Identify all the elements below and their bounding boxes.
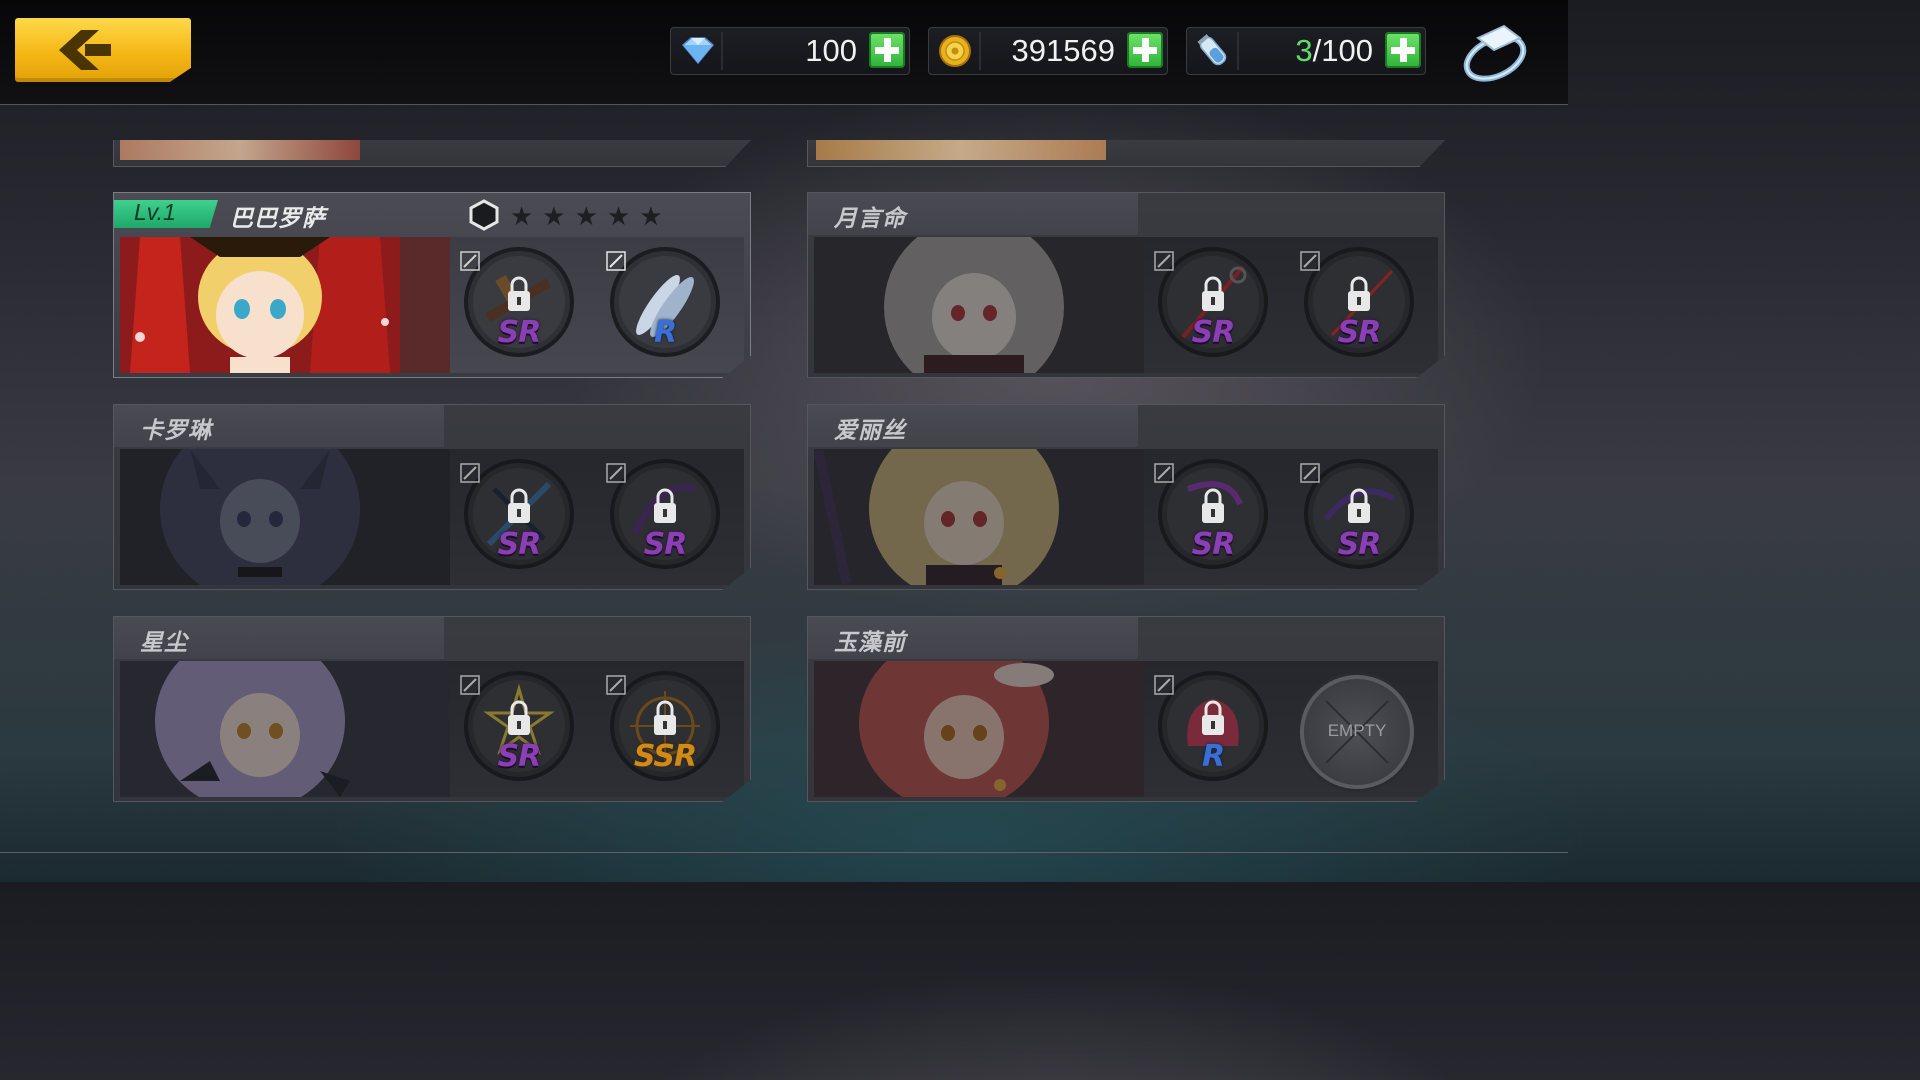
- rarity-label: SR: [1191, 315, 1236, 350]
- diamond-counter: 100: [670, 27, 910, 75]
- edit-icon[interactable]: [1300, 463, 1320, 483]
- character-portrait: [120, 661, 450, 797]
- character-name: 星尘: [140, 630, 188, 656]
- stamina-counter: 3/100: [1186, 27, 1426, 75]
- back-arrow-icon: [59, 30, 111, 70]
- level-badge: Lv.1: [114, 200, 218, 228]
- back-button[interactable]: [15, 18, 191, 82]
- character-portrait: [814, 449, 1144, 585]
- weapon-slot[interactable]: R: [606, 247, 720, 357]
- edit-icon[interactable]: [1154, 251, 1174, 271]
- character-card-caroline[interactable]: 卡罗琳 SR SR: [113, 404, 751, 590]
- add-gold-button[interactable]: [1127, 32, 1163, 68]
- weapon-slot[interactable]: SR: [1154, 459, 1268, 569]
- character-name: 玉藻前: [834, 630, 906, 656]
- character-name: 巴巴罗萨: [230, 206, 326, 232]
- edit-icon[interactable]: [460, 675, 480, 695]
- partial-card: [113, 140, 751, 167]
- weapon-slot[interactable]: SR: [460, 247, 574, 357]
- character-portrait: [814, 661, 1144, 797]
- edit-icon[interactable]: [606, 251, 626, 271]
- edit-icon[interactable]: [1154, 463, 1174, 483]
- weapon-slot[interactable]: SR: [1300, 459, 1414, 569]
- character-portrait: [120, 237, 450, 373]
- weapon-slot[interactable]: R: [1154, 671, 1268, 781]
- character-portrait: [120, 449, 450, 585]
- character-name: 月言命: [834, 206, 906, 232]
- weapon-slot[interactable]: SR: [460, 459, 574, 569]
- character-name: 爱丽丝: [834, 418, 906, 444]
- rarity-label: SSR: [633, 739, 697, 774]
- rarity-label: R: [653, 315, 677, 350]
- edit-icon[interactable]: [460, 463, 480, 483]
- empty-slot[interactable]: EMPTY: [1300, 675, 1414, 789]
- edit-icon[interactable]: [460, 251, 480, 271]
- character-card-tsukuyomi[interactable]: 月言命 SR SR: [807, 192, 1445, 378]
- empty-label: EMPTY: [1327, 721, 1387, 740]
- gold-coin-icon: [939, 35, 971, 67]
- rarity-label: SR: [1337, 527, 1382, 562]
- weapon-slot[interactable]: SR: [460, 671, 574, 781]
- weapon-slot[interactable]: SR: [606, 459, 720, 569]
- rarity-label: SR: [643, 527, 688, 562]
- ring-icon[interactable]: [1458, 22, 1532, 86]
- weapon-slot[interactable]: SSR: [606, 671, 720, 781]
- edit-icon[interactable]: [1154, 675, 1174, 695]
- character-card-alice[interactable]: 爱丽丝 SR SR: [807, 404, 1445, 590]
- rarity-label: R: [1201, 739, 1225, 774]
- weapon-slot[interactable]: SR: [1154, 247, 1268, 357]
- rarity-label: SR: [497, 315, 542, 350]
- edit-icon[interactable]: [606, 463, 626, 483]
- top-bar: 100 391569 3/100: [0, 0, 1568, 105]
- weapon-slot[interactable]: SR: [1300, 247, 1414, 357]
- character-card-tamamo[interactable]: 玉藻前 R EMPTY: [807, 616, 1445, 802]
- partial-card: [807, 140, 1445, 167]
- bottom-divider: [0, 852, 1568, 853]
- character-name: 卡罗琳: [140, 418, 212, 444]
- star-rating: ★★★★★: [510, 202, 672, 232]
- rarity-label: SR: [1191, 527, 1236, 562]
- character-portrait: [814, 237, 1144, 373]
- stamina-value: 3/100: [1295, 33, 1373, 68]
- rarity-label: SR: [497, 739, 542, 774]
- diamond-value: 100: [805, 33, 857, 68]
- gold-counter: 391569: [928, 27, 1168, 75]
- character-card-stardust[interactable]: 星尘 SR SSR: [113, 616, 751, 802]
- diamond-icon: [681, 37, 715, 65]
- hexagon-icon: [469, 199, 499, 231]
- character-card-barbarossa[interactable]: Lv.1 巴巴罗萨 ★★★★★ SR R: [113, 192, 751, 378]
- edit-icon[interactable]: [1300, 251, 1320, 271]
- edit-icon[interactable]: [606, 675, 626, 695]
- gold-value: 391569: [1011, 33, 1115, 68]
- add-stamina-button[interactable]: [1385, 32, 1421, 68]
- add-diamonds-button[interactable]: [869, 32, 905, 68]
- stamina-vial-icon: [1197, 34, 1227, 66]
- rarity-label: SR: [497, 527, 542, 562]
- rarity-label: SR: [1337, 315, 1382, 350]
